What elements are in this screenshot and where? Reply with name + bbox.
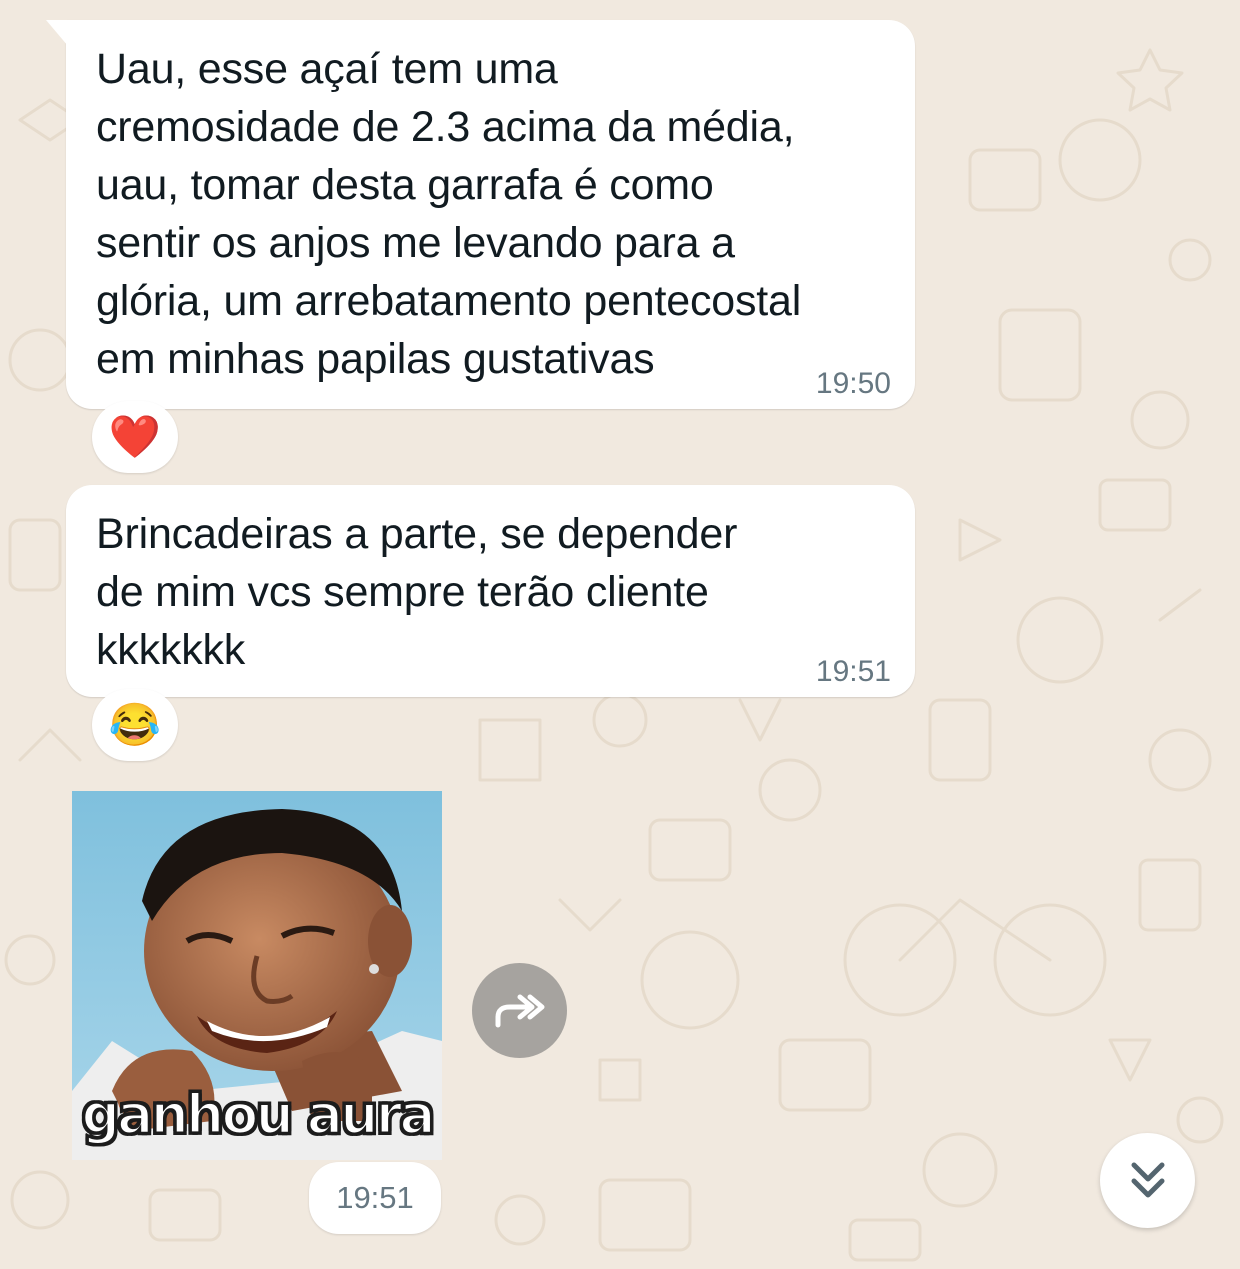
message-bubble-incoming[interactable]: Brincadeiras a parte, se depender de mim… [66, 485, 915, 697]
message-text: Uau, esse açaí tem uma cremosidade de 2.… [96, 45, 802, 383]
message-text: Brincadeiras a parte, se depender de mim… [96, 510, 738, 674]
heart-reaction[interactable]: ❤️ [92, 401, 178, 473]
sticker-message[interactable]: ganhou aura [72, 791, 442, 1160]
laughing-reaction[interactable]: 😂 [92, 689, 178, 761]
scroll-to-bottom-button[interactable] [1100, 1133, 1195, 1228]
forward-button[interactable] [472, 963, 567, 1058]
sticker-caption: ganhou aura [80, 1082, 437, 1148]
forward-icon [495, 994, 544, 1027]
message-bubble-incoming[interactable]: Uau, esse açaí tem uma cremosidade de 2.… [46, 20, 915, 409]
double-chevron-down-icon [1131, 1162, 1164, 1197]
sticker-timestamp: 19:51 [309, 1162, 441, 1234]
message-timestamp: 19:50 [815, 367, 891, 400]
message-timestamp: 19:51 [815, 655, 891, 688]
